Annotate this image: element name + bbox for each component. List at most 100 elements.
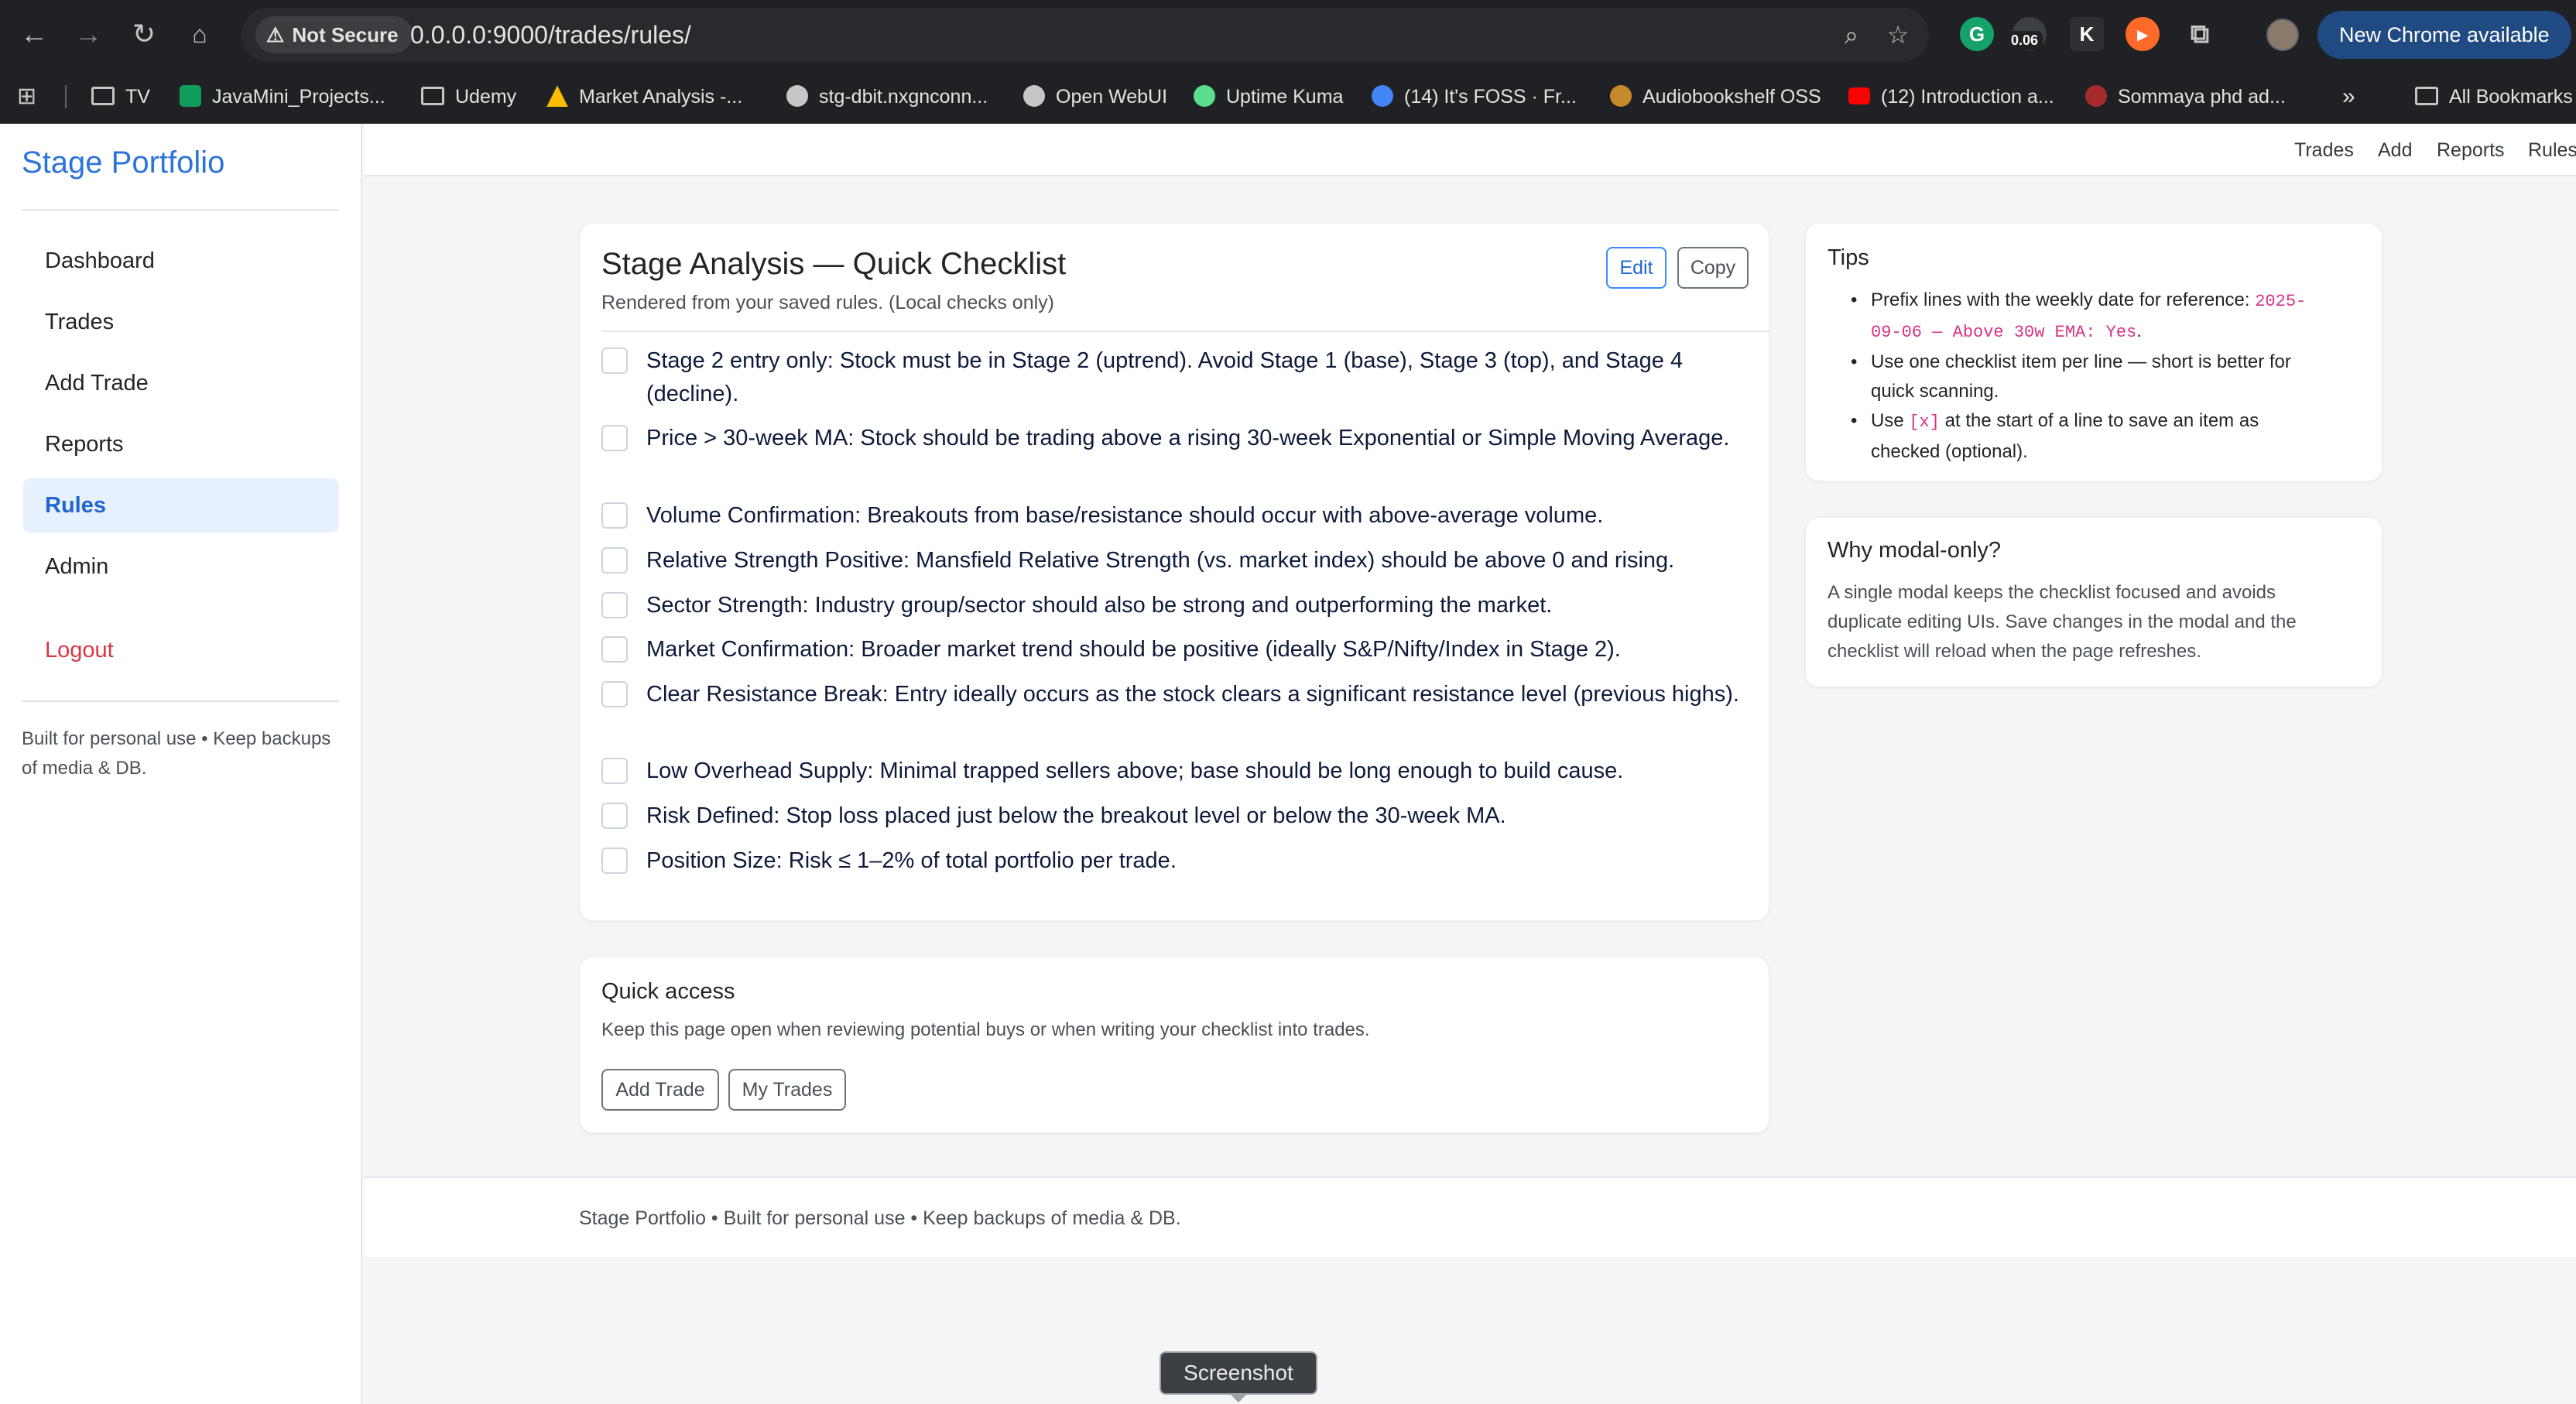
bookmark-star-icon[interactable]: ☆ [1881, 18, 1915, 52]
topnav-rules[interactable]: Rules [2528, 124, 2576, 176]
tips-card: Tips Prefix lines with the weekly date f… [1805, 223, 2382, 481]
checklist-checkbox[interactable] [601, 803, 628, 829]
add-trade-button[interactable]: Add Trade [601, 1069, 719, 1111]
tip-item: Prefix lines with the weekly date for re… [1828, 286, 2323, 348]
checklist-item-text: Price > 30-week MA: Stock should be trad… [646, 426, 1730, 450]
checklist-checkbox[interactable] [601, 592, 628, 618]
tips-list: Prefix lines with the weekly date for re… [1828, 286, 2323, 467]
copy-button[interactable]: Copy [1677, 247, 1749, 289]
youtube-icon [1848, 87, 1870, 105]
checklist-item-text: Risk Defined: Stop loss placed just belo… [646, 803, 1506, 828]
code-snippet: [x] [1909, 413, 1940, 432]
tooltip-arrow [1229, 1393, 1248, 1402]
checklist-item-text: Clear Resistance Break: Entry ideally oc… [646, 682, 1739, 707]
checklist-title: Stage Analysis — Quick Checklist [601, 247, 1067, 281]
logout-link[interactable]: Logout [23, 623, 339, 677]
checklist-checkbox[interactable] [601, 636, 628, 663]
address-bar[interactable]: ⚠ Not Secure 0.0.0.0:9000/trades/rules/ ⌕… [242, 8, 1929, 62]
grammarly-icon[interactable]: G [1960, 17, 1994, 51]
bookmark-audiobookshelf[interactable]: Audiobookshelf OSS [1610, 70, 1821, 124]
bookmark-javamini[interactable]: JavaMini_Projects... [180, 70, 385, 124]
url-text[interactable]: 0.0.0.0:9000/trades/rules/ [410, 8, 691, 62]
checklist-checkbox[interactable] [601, 425, 628, 451]
bookmark-udemy[interactable]: Udemy [421, 70, 516, 124]
k-extension-icon[interactable]: K [2070, 17, 2104, 51]
folder-icon [91, 87, 115, 106]
topnav-reports[interactable]: Reports [2437, 124, 2505, 176]
screenshot-tooltip: Screenshot [1160, 1351, 1317, 1395]
puzzle-extensions-icon[interactable]: ⧉ [2183, 17, 2217, 51]
topnav-add[interactable]: Add [2378, 124, 2412, 176]
update-chrome-button[interactable]: New Chrome available [2317, 11, 2571, 59]
bookmark-youtube[interactable]: (12) Introduction a... [1848, 70, 2054, 124]
bookmark-market-analysis[interactable]: Market Analysis -... [546, 70, 742, 124]
checklist-item-text: Low Overhead Supply: Minimal trapped sel… [646, 759, 1624, 783]
bookmark-all-bookmarks[interactable]: All Bookmarks [2415, 70, 2573, 124]
sidebar-item-rules[interactable]: Rules [23, 478, 339, 532]
profile-avatar[interactable] [2266, 19, 2299, 51]
uptime-icon [1194, 85, 1215, 108]
play-extension-icon[interactable]: ▸ [2126, 17, 2160, 51]
quick-access-description: Keep this page open when reviewing poten… [601, 1019, 1370, 1040]
tips-title: Tips [1828, 245, 1869, 270]
extension-badge: 0.06 [2006, 31, 2043, 50]
checklist-checkbox[interactable] [601, 502, 628, 529]
zoom-icon[interactable]: ⌕ [1834, 18, 1869, 52]
page-footer: Stage Portfolio • Built for personal use… [364, 1176, 2576, 1257]
checklist-checkbox[interactable] [601, 681, 628, 707]
bookmark-its-foss[interactable]: (14) It's FOSS · Fr... [1372, 70, 1577, 124]
drive-icon [546, 85, 568, 108]
bookmark-tv[interactable]: TV [91, 70, 150, 124]
sidebar-item-add-trade[interactable]: Add Trade [23, 356, 339, 410]
checklist-item-text: Volume Confirmation: Breakouts from base… [646, 503, 1604, 528]
reload-icon[interactable]: ↻ [127, 17, 161, 51]
sheets-icon [180, 85, 201, 108]
folder-icon [421, 87, 444, 106]
why-card: Why modal-only? A single modal keeps the… [1805, 517, 2382, 687]
checklist-checkbox[interactable] [601, 848, 628, 874]
my-trades-button[interactable]: My Trades [728, 1069, 846, 1111]
checklist-item-text: Relative Strength Positive: Mansfield Re… [646, 548, 1675, 573]
sidebar-item-trades[interactable]: Trades [23, 295, 339, 349]
bookmark-stg-dbit[interactable]: stg-dbit.nxgnconn... [786, 70, 988, 124]
checklist-checkbox[interactable] [601, 348, 628, 374]
sidebar-item-admin[interactable]: Admin [23, 539, 339, 594]
checklist-item-text: Stage 2 entry only: Stock must be in Sta… [646, 348, 1684, 406]
checklist-item-text: Market Confirmation: Broader market tren… [646, 637, 1621, 662]
checklist-subtitle: Rendered from your saved rules. (Local c… [601, 292, 1054, 313]
bookmarks-bar: ⊞ TV JavaMini_Projects... Udemy Market A… [0, 70, 2576, 124]
checklist-checkbox[interactable] [601, 758, 628, 784]
not-secure-chip[interactable]: ⚠ Not Secure [255, 16, 413, 53]
checklist-item-text: Position Size: Risk ≤ 1–2% of total port… [646, 848, 1177, 873]
sidebar: Stage Portfolio Dashboard Trades Add Tra… [0, 124, 362, 1404]
forward-arrow-icon[interactable]: → [71, 17, 105, 51]
footer-text: Stage Portfolio • Built for personal use… [579, 1207, 1181, 1229]
tip-item: Use one checklist item per line — short … [1828, 348, 2323, 406]
topnav-trades[interactable]: Trades [2294, 124, 2354, 176]
checklist-card: Stage Analysis — Quick Checklist Rendere… [579, 223, 1770, 921]
audiobook-icon [1610, 85, 1632, 108]
top-nav: Trades Add Reports Rules [364, 124, 2576, 176]
checklist-checkbox[interactable] [601, 547, 628, 574]
bookmarks-divider [65, 85, 67, 108]
apps-grid-icon[interactable]: ⊞ [17, 70, 36, 124]
checklist-divider [601, 330, 1770, 332]
globe-icon [1023, 85, 1045, 108]
edit-button[interactable]: Edit [1606, 247, 1667, 289]
bookmark-open-webui[interactable]: Open WebUI [1023, 70, 1167, 124]
back-arrow-icon[interactable]: ← [17, 17, 51, 51]
sidebar-item-dashboard[interactable]: Dashboard [23, 234, 339, 288]
sidebar-item-reports[interactable]: Reports [23, 417, 339, 471]
tip-item: Use [x] at the start of a line to save a… [1828, 406, 2323, 467]
bookmark-sommaya[interactable]: Sommaya phd ad... [2085, 70, 2286, 124]
more-bookmarks-icon[interactable]: » [2342, 70, 2355, 124]
home-icon[interactable]: ⌂ [183, 17, 217, 51]
site-icon [2085, 85, 2107, 108]
brand-title[interactable]: Stage Portfolio [22, 146, 224, 180]
quick-access-title: Quick access [601, 979, 735, 1004]
warning-triangle-icon: ⚠ [266, 23, 285, 46]
browser-toolbar: ← → ↻ ⌂ ⚠ Not Secure 0.0.0.0:9000/trades/… [0, 0, 2576, 70]
bookmark-uptime-kuma[interactable]: Uptime Kuma [1194, 70, 1343, 124]
folder-icon [2415, 87, 2438, 106]
why-title: Why modal-only? [1828, 538, 2002, 563]
